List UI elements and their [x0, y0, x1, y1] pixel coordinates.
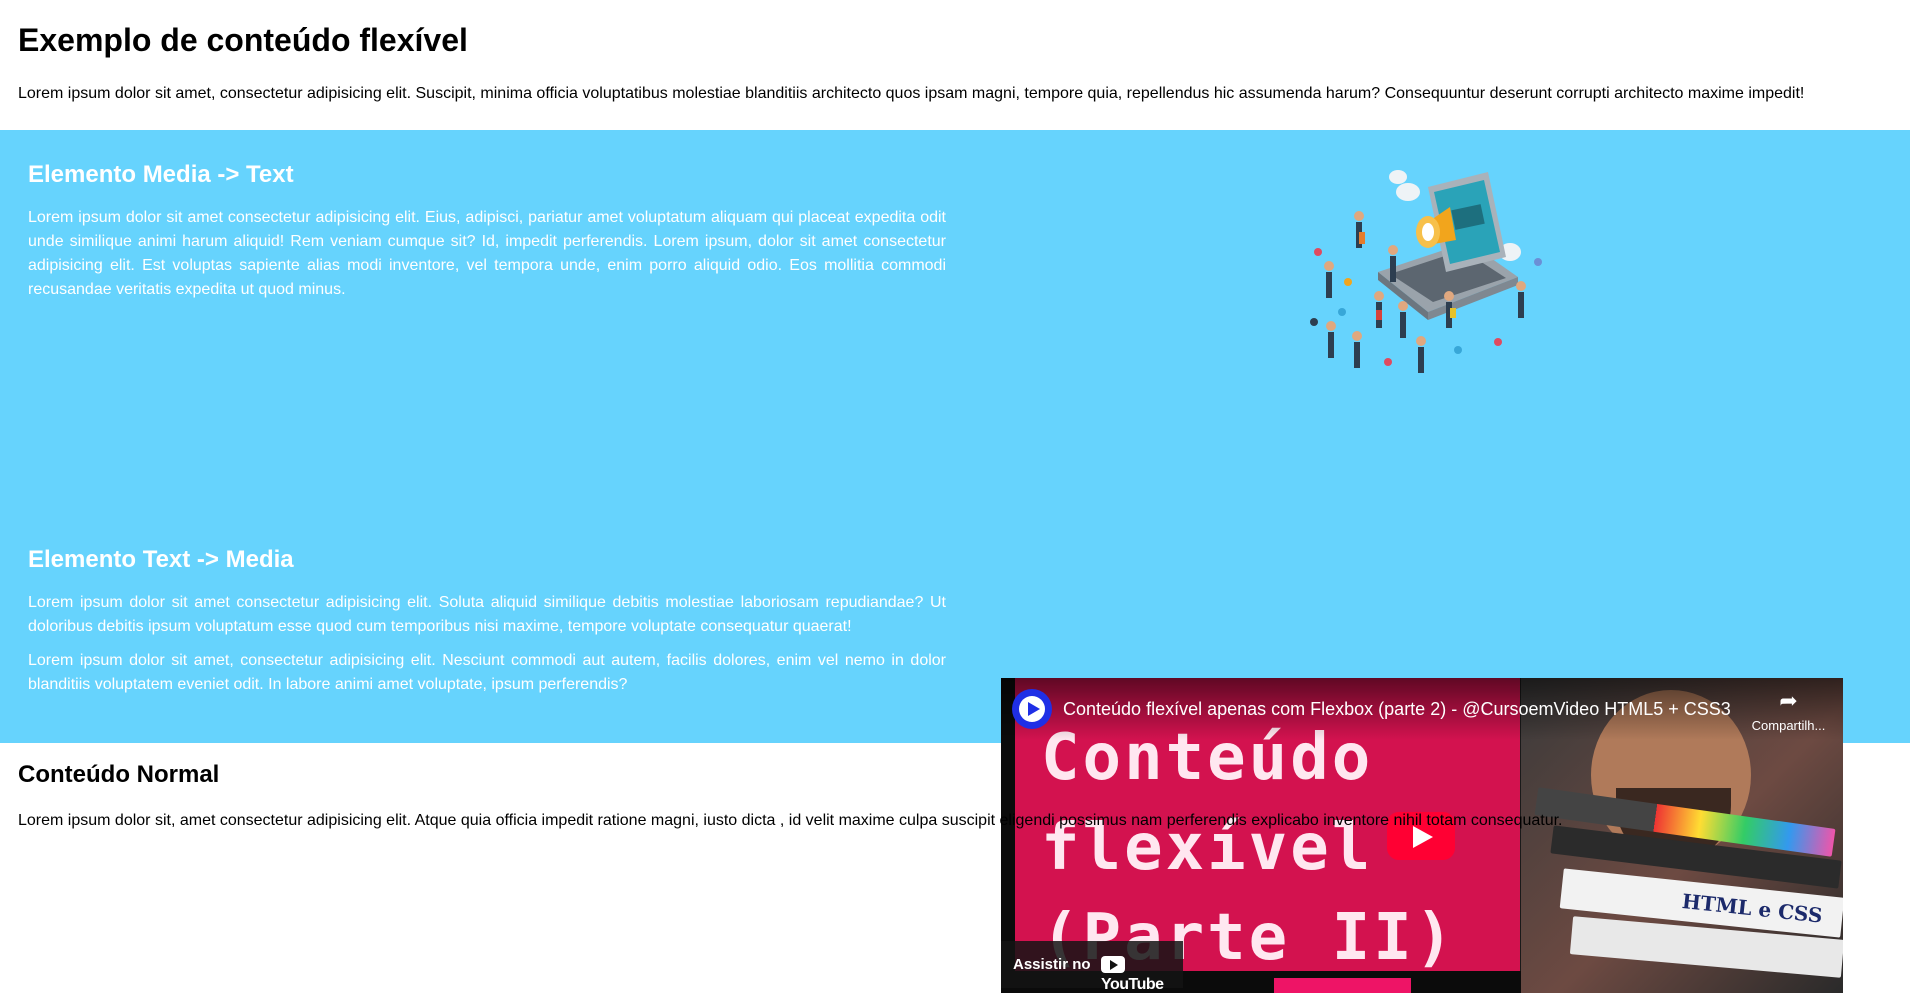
thumbnail-pink-strip: [1274, 978, 1411, 993]
youtube-video-embed[interactable]: Conteúdo flexível (Parte II) HTML e CSS …: [1001, 678, 1843, 993]
youtube-logo-icon: YouTube: [1101, 956, 1183, 993]
text-media-paragraph-1: Lorem ipsum dolor sit amet consectetur a…: [28, 594, 946, 635]
watch-on-youtube-button[interactable]: Assistir no YouTube: [1001, 941, 1183, 993]
laptop-megaphone-people-illustration-icon: [1310, 170, 1542, 373]
normal-heading: Conteúdo Normal: [18, 761, 220, 788]
text-media-paragraph-2: Lorem ipsum dolor sit amet, consectetur …: [28, 652, 946, 693]
text-media-row: Elemento Text -> Media Lorem ipsum dolor…: [0, 400, 1910, 993]
normal-content-section: Conteúdo Normal Lorem ipsum dolor sit, a…: [18, 760, 1892, 832]
flex-content-band: Elemento Media -> Text Lorem ipsum dolor…: [0, 130, 1910, 993]
watch-label: Assistir no: [1013, 956, 1091, 973]
video-title-bar: Conteúdo flexível apenas com Flexbox (pa…: [1001, 678, 1843, 740]
media-text-heading: Elemento Media -> Text: [28, 161, 294, 188]
media-text-paragraph: Lorem ipsum dolor sit amet consectetur a…: [28, 209, 946, 298]
text-media-heading: Elemento Text -> Media: [28, 546, 294, 573]
media-text-row: Elemento Media -> Text Lorem ipsum dolor…: [0, 130, 1910, 410]
channel-logo-icon[interactable]: [1012, 689, 1052, 729]
text-media-content: Elemento Text -> Media Lorem ipsum dolor…: [28, 400, 946, 697]
youtube-brand-text: YouTube: [1101, 976, 1164, 993]
intro-paragraph: Lorem ipsum dolor sit amet, consectetur …: [18, 85, 1805, 102]
normal-paragraph: Lorem ipsum dolor sit, amet consectetur …: [18, 812, 1563, 829]
intro-section: Exemplo de conteúdo flexível Lorem ipsum…: [0, 0, 1910, 110]
share-label: Compartilh...: [1751, 718, 1826, 733]
video-title-link[interactable]: Conteúdo flexível apenas com Flexbox (pa…: [1063, 698, 1731, 720]
share-button[interactable]: ➦ Compartilh...: [1741, 688, 1836, 734]
share-icon: ➦: [1779, 688, 1798, 713]
book-label: HTML e CSS: [1680, 888, 1824, 928]
page-title: Exemplo de conteúdo flexível: [18, 22, 468, 58]
media-text-content: Elemento Media -> Text Lorem ipsum dolor…: [28, 130, 946, 302]
